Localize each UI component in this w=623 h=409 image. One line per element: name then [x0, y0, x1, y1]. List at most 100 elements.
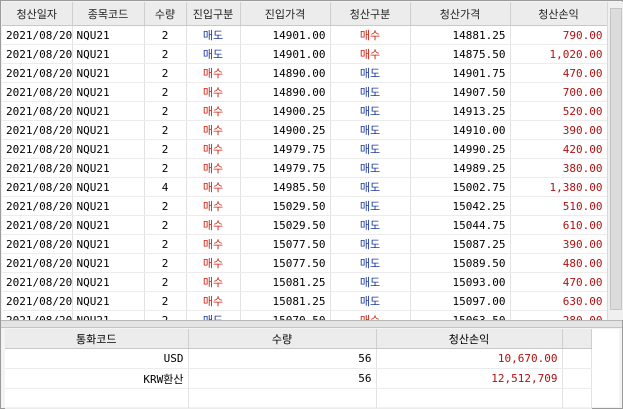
header-row: 청산일자 종목코드 수량 진입구분 진입가격 청산구분 청산가격 청산손익: [2, 2, 607, 26]
settlement-table: 청산일자 종목코드 수량 진입구분 진입가격 청산구분 청산가격 청산손익 20…: [2, 2, 607, 320]
settlement-grid[interactable]: 청산일자 종목코드 수량 진입구분 진입가격 청산구분 청산가격 청산손익 20…: [2, 2, 607, 320]
cell-entry-price: 15029.50: [240, 215, 331, 235]
cell-entry-price: 14890.00: [240, 82, 331, 102]
cell-qty: 2: [144, 101, 187, 121]
cell-pnl: 790.00: [510, 25, 607, 45]
table-row[interactable]: 2021/08/20 NQU21 2 매도 14901.00 매수 14875.50 1,02…: [2, 44, 607, 64]
table-row[interactable]: 2021/08/20 NQU21 2 매수 15081.25 매도 15097.00 630.…: [2, 291, 607, 311]
settlement-rows: 2021/08/20 NQU21 2 매도 14901.00 매수 14881.25 790.…: [2, 25, 607, 320]
summary-col-qty[interactable]: 수량: [188, 329, 377, 349]
cell-exit-side: 매도: [330, 215, 411, 235]
cell-pnl: 280.00: [510, 310, 607, 320]
summary-header-row: 통화코드 수량 청산손익: [5, 329, 592, 349]
cell-entry-price: 15070.50: [240, 310, 331, 320]
summary-grid[interactable]: 통화코드 수량 청산손익 USD 56 10,670.00 KRW환산 56 1…: [5, 329, 619, 409]
cell-code: NQU21: [72, 196, 145, 216]
cell-entry-side: 매도: [186, 310, 241, 320]
cell-entry-side: 매수: [186, 234, 241, 254]
cell-qty: 2: [144, 196, 187, 216]
cell-exit-price: 15089.50: [410, 253, 511, 273]
table-row[interactable]: 2021/08/20 NQU21 2 매수 14979.75 매도 14990.25 420.…: [2, 139, 607, 159]
cell-exit-side: 매도: [330, 120, 411, 140]
cell-code: NQU21: [72, 63, 145, 83]
cell-pnl: 470.00: [510, 63, 607, 83]
col-header-pnl[interactable]: 청산손익: [510, 2, 607, 26]
splitter[interactable]: [1, 320, 622, 328]
cell-exit-side: 매도: [330, 82, 411, 102]
col-header-qty[interactable]: 수량: [144, 2, 187, 26]
table-row[interactable]: 2021/08/20 NQU21 2 매수 15029.50 매도 15044.75 610.…: [2, 215, 607, 235]
cell-date: 2021/08/20: [2, 272, 73, 292]
col-header-entry-price[interactable]: 진입가격: [240, 2, 331, 26]
cell-qty: 2: [144, 234, 187, 254]
cell-exit-price: 14901.75: [410, 63, 511, 83]
table-row[interactable]: 2021/08/20 NQU21 2 매수 15081.25 매도 15093.00 470.…: [2, 272, 607, 292]
table-row[interactable]: 2021/08/20 NQU21 4 매수 14985.50 매도 15002.75 1,38…: [2, 177, 607, 197]
cell-exit-price: 14907.50: [410, 82, 511, 102]
table-row[interactable]: 2021/08/20NQU212매도15070.50매수15063.50280.…: [2, 310, 607, 320]
cell-entry-side: 매수: [186, 215, 241, 235]
cell-exit-price: 14990.25: [410, 139, 511, 159]
vertical-scrollbar[interactable]: [607, 2, 623, 320]
summary-row[interactable]: KRW환산 56 12,512,709: [5, 368, 592, 389]
table-row[interactable]: 2021/08/20 NQU21 2 매도 14901.00 매수 14881.25 790.…: [2, 25, 607, 45]
table-row[interactable]: 2021/08/20 NQU21 2 매수 14900.25 매도 14910.00 390.…: [2, 120, 607, 140]
cell-date: 2021/08/20: [2, 215, 73, 235]
cell-entry-price: 14901.00: [240, 25, 331, 45]
summary-cell-currency: KRW환산: [5, 368, 189, 389]
cell-entry-price: 14985.50: [240, 177, 331, 197]
cell-code: NQU21: [72, 310, 145, 320]
cell-entry-side: 매수: [186, 82, 241, 102]
summary-cell-pnl: 12,512,709: [376, 368, 563, 389]
cell-date: 2021/08/20: [2, 63, 73, 83]
summary-col-pnl[interactable]: 청산손익: [376, 329, 563, 349]
cell-pnl: 380.00: [510, 158, 607, 178]
cell-pnl: 630.00: [510, 291, 607, 311]
col-header-exit-side[interactable]: 청산구분: [330, 2, 411, 26]
summary-cell-spacer: [562, 368, 592, 389]
cell-qty: 2: [144, 291, 187, 311]
summary-rows: USD 56 10,670.00 KRW환산 56 12,512,709: [5, 348, 592, 409]
cell-exit-side: 매도: [330, 158, 411, 178]
cell-entry-price: 14890.00: [240, 63, 331, 83]
cell-exit-side: 매도: [330, 234, 411, 254]
cell-code: NQU21: [72, 101, 145, 121]
cell-entry-side: 매수: [186, 101, 241, 121]
col-header-code[interactable]: 종목코드: [72, 2, 145, 26]
cell-date: 2021/08/20: [2, 25, 73, 45]
cell-qty: 4: [144, 177, 187, 197]
cell-exit-price: 14910.00: [410, 120, 511, 140]
table-row[interactable]: 2021/08/20 NQU21 2 매수 14979.75 매도 14989.25 380.…: [2, 158, 607, 178]
cell-qty: 2: [144, 82, 187, 102]
table-row[interactable]: 2021/08/20 NQU21 2 매수 15077.50 매도 15089.50 480.…: [2, 253, 607, 273]
table-row[interactable]: 2021/08/20 NQU21 2 매수 14900.25 매도 14913.25 520.…: [2, 101, 607, 121]
cell-date: 2021/08/20: [2, 82, 73, 102]
table-row[interactable]: 2021/08/20 NQU21 2 매수 15029.50 매도 15042.25 510.…: [2, 196, 607, 216]
cell-qty: 2: [144, 310, 187, 320]
empty-cell: [562, 388, 592, 409]
summary-cell-currency: USD: [5, 348, 189, 369]
cell-exit-price: 14913.25: [410, 101, 511, 121]
summary-row[interactable]: USD 56 10,670.00: [5, 348, 592, 369]
cell-exit-price: 15002.75: [410, 177, 511, 197]
table-row[interactable]: 2021/08/20 NQU21 2 매수 14890.00 매도 14907.50 700.…: [2, 82, 607, 102]
cell-entry-price: 14900.25: [240, 101, 331, 121]
cell-qty: 2: [144, 63, 187, 83]
table-row[interactable]: 2021/08/20 NQU21 2 매수 14890.00 매도 14901.75 470.…: [2, 63, 607, 83]
cell-qty: 2: [144, 253, 187, 273]
cell-code: NQU21: [72, 253, 145, 273]
col-header-entry-side[interactable]: 진입구분: [186, 2, 241, 26]
cell-date: 2021/08/20: [2, 139, 73, 159]
summary-col-currency[interactable]: 통화코드: [5, 329, 189, 349]
summary-cell-qty: 56: [188, 348, 377, 369]
cell-entry-side: 매수: [186, 120, 241, 140]
cell-exit-price: 15044.75: [410, 215, 511, 235]
cell-entry-price: 15029.50: [240, 196, 331, 216]
col-header-exit-price[interactable]: 청산가격: [410, 2, 511, 26]
table-row[interactable]: 2021/08/20 NQU21 2 매수 15077.50 매도 15087.25 390.…: [2, 234, 607, 254]
cell-exit-side: 매도: [330, 291, 411, 311]
scrollbar-thumb[interactable]: [610, 8, 622, 310]
cell-entry-side: 매수: [186, 63, 241, 83]
cell-pnl: 420.00: [510, 139, 607, 159]
col-header-date[interactable]: 청산일자: [2, 2, 73, 26]
